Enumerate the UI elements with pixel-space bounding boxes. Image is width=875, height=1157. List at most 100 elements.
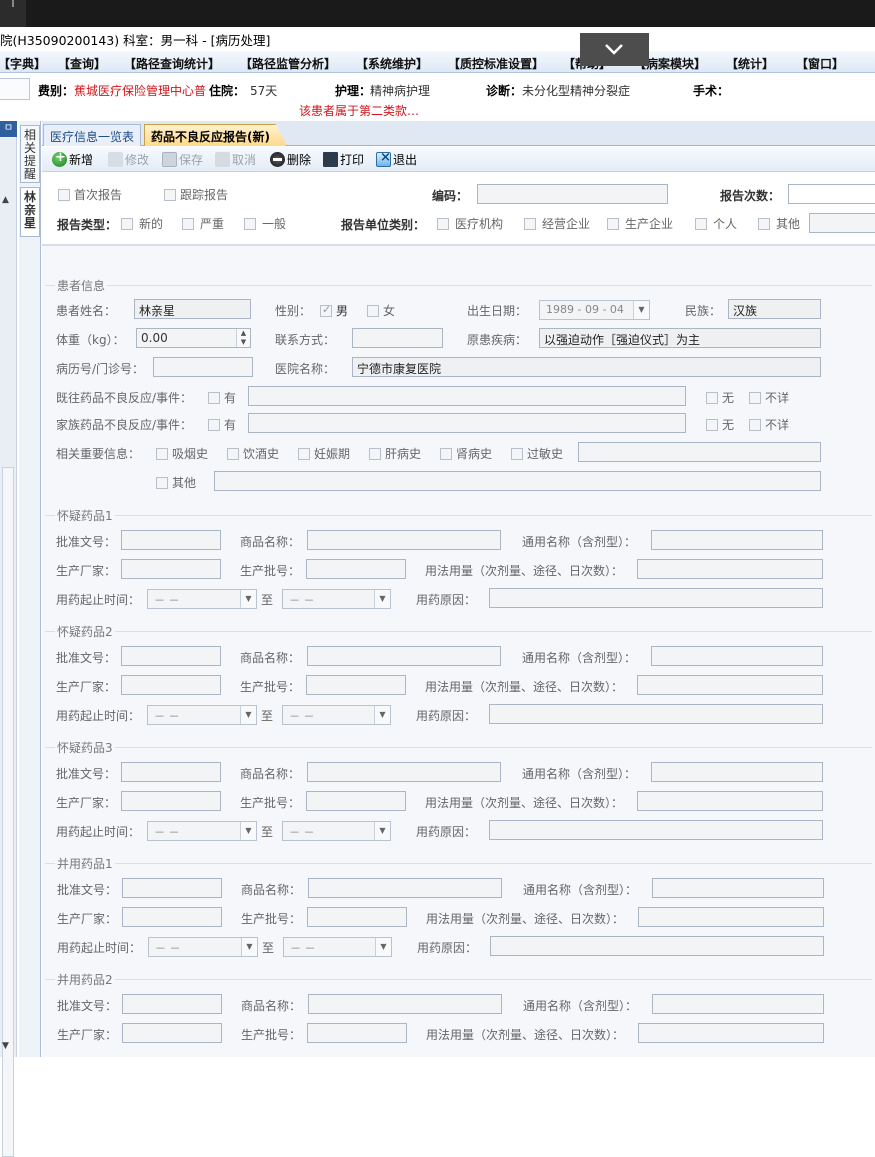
drug4-approval-input[interactable] [122,878,222,898]
contact-input[interactable] [352,328,443,348]
dropdown-arrow-icon[interactable]: ▼ [240,706,256,724]
drug3-start-date[interactable]: － － ▼ [147,821,257,841]
ethnic-input[interactable]: 汉族 [728,299,821,319]
dropdown-arrow-icon[interactable]: ▼ [374,706,390,724]
drug2-generic-input[interactable] [651,646,823,666]
unit-medical-checkbox[interactable] [437,218,449,230]
related-other-checkbox[interactable] [156,477,168,489]
drug3-maker-input[interactable] [121,791,221,811]
drug1-start-date[interactable]: － － ▼ [147,589,257,609]
menu-system-maintenance[interactable]: 【系统维护】 [356,55,428,72]
drinking-checkbox[interactable] [227,448,239,460]
drug4-end-date[interactable]: － － ▼ [283,937,392,957]
drug4-maker-input[interactable] [122,907,222,927]
allergy-input[interactable] [578,442,821,462]
follow-report-checkbox[interactable] [164,189,176,201]
unit-other-input[interactable] [809,213,875,233]
drug5-usage-input[interactable] [638,1023,824,1043]
tab-medical-info[interactable]: 医疗信息一览表 [43,124,142,146]
drug1-product-input[interactable] [307,530,501,550]
gender-female-checkbox[interactable] [367,305,379,317]
drug1-generic-input[interactable] [651,530,823,550]
drug1-maker-input[interactable] [121,559,221,579]
drug1-reason-input[interactable] [489,588,823,608]
drug1-approval-input[interactable] [121,530,221,550]
drug3-batch-input[interactable] [306,791,406,811]
drug2-end-date[interactable]: － － ▼ [282,705,391,725]
disease-input[interactable]: 以强迫动作［强迫仪式］为主 [539,328,821,348]
drug2-approval-input[interactable] [121,646,221,666]
count-input[interactable] [788,184,875,204]
drug5-approval-input[interactable] [122,994,222,1014]
dropdown-arrow-icon[interactable]: ▼ [240,822,256,840]
menu-qc-standards[interactable]: 【质控标准设置】 [448,55,544,72]
dropdown-arrow-icon[interactable]: ▼ [240,590,256,608]
drug1-usage-input[interactable] [637,559,823,579]
patient-name-input[interactable]: 林亲星 [134,299,251,319]
dropdown-arrow-icon[interactable]: ▼ [374,822,390,840]
scroll-down-icon[interactable]: ▼ [2,1041,9,1051]
drug4-start-date[interactable]: － － ▼ [148,937,258,957]
drug5-product-input[interactable] [308,994,502,1014]
code-input[interactable] [477,184,668,204]
drug4-batch-input[interactable] [307,907,407,927]
first-report-checkbox[interactable] [58,189,70,201]
past-adr-no-checkbox[interactable] [706,392,718,404]
dropdown-arrow-icon[interactable]: ▼ [241,938,257,956]
past-adr-yes-checkbox[interactable] [208,392,220,404]
drug3-usage-input[interactable] [637,791,823,811]
menu-query[interactable]: 【查询】 [58,55,106,72]
drug4-reason-input[interactable] [490,936,824,956]
allergy-checkbox[interactable] [511,448,523,460]
drug2-start-date[interactable]: － － ▼ [147,705,257,725]
drug5-batch-input[interactable] [307,1023,407,1043]
scroll-up-icon[interactable]: ▲ [2,195,9,205]
spinner-icon[interactable]: ▲ ▼ [236,329,250,347]
drug3-reason-input[interactable] [489,820,823,840]
dropdown-arrow-icon[interactable]: ▼ [375,938,391,956]
type-new-checkbox[interactable] [121,218,133,230]
drug2-batch-input[interactable] [306,675,406,695]
add-button[interactable]: 新增 [52,150,93,169]
menu-window[interactable]: 【窗口】 [796,55,844,72]
record-number-input[interactable] [153,357,253,377]
vtab-reminders[interactable]: 相关提醒 [20,125,40,183]
collapse-button[interactable] [580,33,649,66]
exit-button[interactable]: 退出 [376,150,417,169]
liver-checkbox[interactable] [369,448,381,460]
hospital-input[interactable]: 宁德市康复医院 [352,357,821,377]
past-adr-unknown-checkbox[interactable] [749,392,761,404]
menu-statistics[interactable]: 【统计】 [726,55,774,72]
drug3-end-date[interactable]: － － ▼ [282,821,391,841]
unit-business-checkbox[interactable] [524,218,536,230]
vtab-patient[interactable]: 林亲星 [20,187,40,237]
cancel-button[interactable]: 取消 [215,151,256,169]
weight-input[interactable]: 0.00 ▲ ▼ [136,328,251,348]
family-adr-unknown-checkbox[interactable] [749,419,761,431]
unit-other-checkbox[interactable] [758,218,770,230]
drug3-generic-input[interactable] [651,762,823,782]
tab-adr-report[interactable]: 药品不良反应报告(新) [144,124,287,146]
drug3-product-input[interactable] [307,762,501,782]
smoking-checkbox[interactable] [156,448,168,460]
family-adr-no-checkbox[interactable] [706,419,718,431]
family-adr-yes-checkbox[interactable] [208,419,220,431]
delete-button[interactable]: 删除 [270,151,311,169]
past-adr-input[interactable] [248,386,686,406]
drug4-generic-input[interactable] [652,878,824,898]
kidney-checkbox[interactable] [440,448,452,460]
drug1-batch-input[interactable] [306,559,406,579]
dropdown-arrow-icon[interactable]: ▼ [633,301,649,319]
unit-manufacturer-checkbox[interactable] [607,218,619,230]
dob-picker[interactable]: 1989 - 09 - 04 ▼ [539,300,650,320]
edit-button[interactable]: 修改 [108,151,149,169]
family-adr-input[interactable] [248,413,686,433]
drug2-reason-input[interactable] [489,704,823,724]
drug2-maker-input[interactable] [121,675,221,695]
drug3-approval-input[interactable] [121,762,221,782]
print-button[interactable]: 打印 [323,151,364,169]
drug2-usage-input[interactable] [637,675,823,695]
pin-icon[interactable]: ㅁ [0,121,17,137]
drug5-generic-input[interactable] [652,994,824,1014]
type-general-checkbox[interactable] [244,218,256,230]
